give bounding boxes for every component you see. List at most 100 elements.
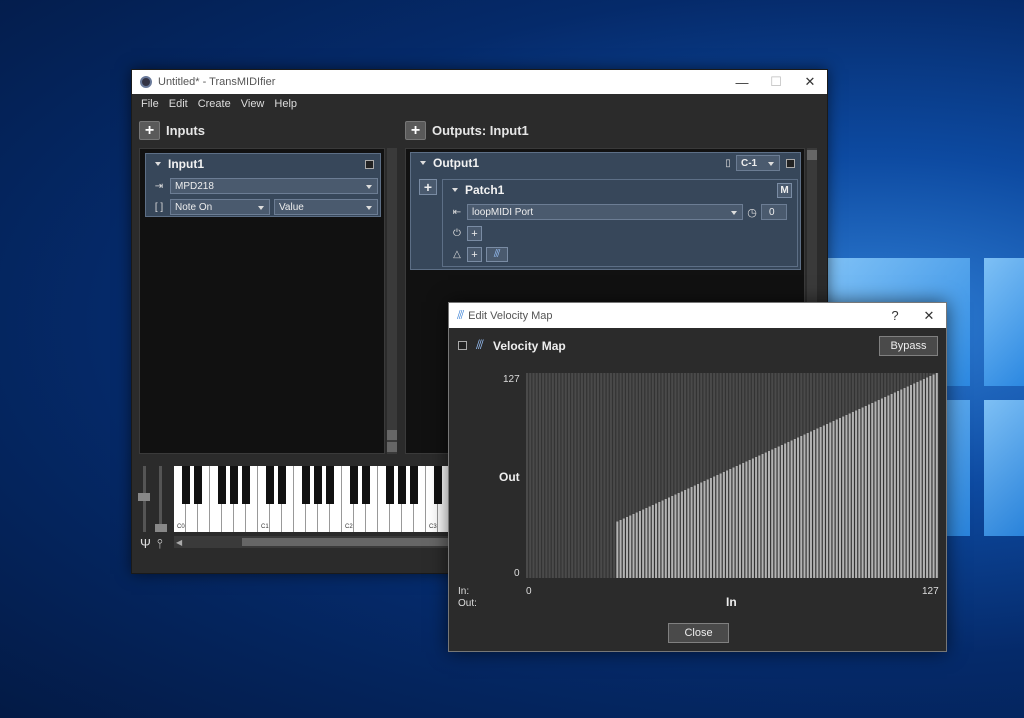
velocity-bar[interactable] (932, 374, 935, 579)
velocity-bar[interactable] (645, 508, 648, 578)
velocity-bar[interactable] (638, 511, 641, 578)
velocity-bar[interactable] (761, 454, 764, 578)
velocity-bar[interactable] (703, 481, 706, 578)
piano-black-key[interactable] (242, 466, 250, 504)
velocity-bar[interactable] (719, 473, 722, 579)
velocity-bar[interactable] (748, 460, 751, 578)
velocity-bar[interactable] (893, 392, 896, 579)
velocity-bar[interactable] (661, 500, 664, 579)
piano-keyboard[interactable]: C0 C1 C2 C3 (174, 466, 450, 532)
velocity-bar[interactable] (655, 503, 658, 579)
piano-black-key[interactable] (194, 466, 202, 504)
velocity-bar[interactable] (897, 391, 900, 578)
input-card-header[interactable]: Input1 (146, 154, 380, 174)
piano-black-key[interactable] (278, 466, 286, 504)
velocity-bar[interactable] (729, 469, 732, 578)
piano-black-key[interactable] (302, 466, 310, 504)
velocity-bar[interactable] (732, 467, 735, 579)
velocity-map-chart[interactable] (526, 373, 939, 578)
outputs-scroll-up[interactable] (807, 150, 817, 160)
velocity-bar[interactable] (674, 494, 677, 579)
menu-file[interactable]: File (136, 98, 164, 110)
velocity-map-enable-checkbox[interactable] (458, 341, 467, 350)
menu-edit[interactable]: Edit (164, 98, 193, 110)
add-patch-button[interactable]: + (419, 179, 437, 195)
piano-black-key[interactable] (434, 466, 442, 504)
velocity-bar[interactable] (871, 403, 874, 578)
velocity-bar[interactable] (755, 457, 758, 578)
inputs-scroll-down[interactable] (387, 442, 397, 452)
velocity-bar[interactable] (722, 472, 725, 578)
velocity-bar[interactable] (738, 464, 741, 579)
add-output-button[interactable]: + (405, 121, 426, 140)
velocity-bar[interactable] (935, 373, 938, 578)
piano-black-key[interactable] (386, 466, 394, 504)
velocity-bar[interactable] (874, 401, 877, 579)
help-button[interactable]: ? (878, 304, 912, 328)
pitch-slider-handle[interactable] (138, 493, 150, 501)
velocity-bar[interactable] (726, 470, 729, 579)
velocity-bar[interactable] (800, 436, 803, 578)
velocity-bar[interactable] (706, 479, 709, 579)
velocity-bar[interactable] (622, 518, 625, 579)
velocity-bar[interactable] (868, 404, 871, 579)
output-card-header[interactable]: Output1 ▯ C-1 (411, 153, 800, 173)
velocity-bar[interactable] (845, 415, 848, 578)
keyboard-scrollbar[interactable]: ◀ (174, 536, 448, 548)
piano-black-key[interactable] (182, 466, 190, 504)
collapse-icon[interactable] (452, 188, 458, 192)
velocity-bar[interactable] (687, 488, 690, 579)
velocity-bar[interactable] (832, 421, 835, 578)
velocity-bar[interactable] (851, 412, 854, 578)
velocity-map-button[interactable]: ⫻ (486, 247, 508, 262)
close-button[interactable]: ✕ (793, 70, 827, 94)
output-port-select[interactable]: loopMIDI Port (467, 204, 743, 220)
param-select[interactable]: Value (274, 199, 378, 215)
velocity-bar[interactable] (913, 383, 916, 579)
velocity-bar[interactable] (642, 509, 645, 579)
piano-black-key[interactable] (350, 466, 358, 504)
message-type-select[interactable]: Note On (170, 199, 270, 215)
inputs-scroll-up[interactable] (387, 430, 397, 440)
velocity-bar[interactable] (777, 446, 780, 579)
velocity-bar[interactable] (784, 443, 787, 579)
velocity-bar[interactable] (858, 409, 861, 578)
add-input-button[interactable]: + (139, 121, 160, 140)
velocity-bar[interactable] (787, 442, 790, 578)
velocity-bar[interactable] (816, 428, 819, 579)
velocity-bar[interactable] (809, 431, 812, 579)
velocity-bar[interactable] (906, 386, 909, 579)
velocity-bar[interactable] (919, 380, 922, 579)
velocity-bar[interactable] (909, 385, 912, 578)
velocity-bar[interactable] (648, 506, 651, 579)
velocity-bar[interactable] (709, 478, 712, 578)
velocity-bar[interactable] (819, 427, 822, 578)
collapse-icon[interactable] (155, 162, 161, 166)
outputs-scrollbar[interactable] (807, 148, 817, 302)
velocity-bar[interactable] (716, 475, 719, 578)
velocity-bar[interactable] (667, 497, 670, 579)
input-device-select[interactable]: MPD218 (170, 178, 378, 194)
mute-button[interactable]: M (777, 182, 792, 198)
velocity-bar[interactable] (813, 430, 816, 578)
piano-black-key[interactable] (326, 466, 334, 504)
velocity-bar[interactable] (697, 484, 700, 578)
velocity-bar[interactable] (635, 512, 638, 579)
velocity-bar[interactable] (693, 485, 696, 579)
bypass-button[interactable]: Bypass (879, 336, 938, 356)
velocity-bar[interactable] (626, 517, 629, 578)
patch-header[interactable]: Patch1 M (443, 180, 797, 200)
mod-slider-handle[interactable] (155, 524, 167, 532)
velocity-bar[interactable] (767, 451, 771, 578)
velocity-bar[interactable] (774, 448, 777, 578)
velocity-bar[interactable] (758, 455, 761, 579)
velocity-bar[interactable] (922, 379, 925, 578)
velocity-bar[interactable] (829, 422, 832, 579)
velocity-bar[interactable] (671, 496, 674, 578)
velocity-bar[interactable] (619, 520, 622, 578)
close-button-dialog[interactable]: Close (668, 623, 729, 643)
velocity-bar[interactable] (664, 499, 667, 578)
velocity-bar[interactable] (848, 413, 851, 579)
velocity-bar[interactable] (903, 388, 906, 578)
velocity-bar[interactable] (629, 515, 632, 579)
